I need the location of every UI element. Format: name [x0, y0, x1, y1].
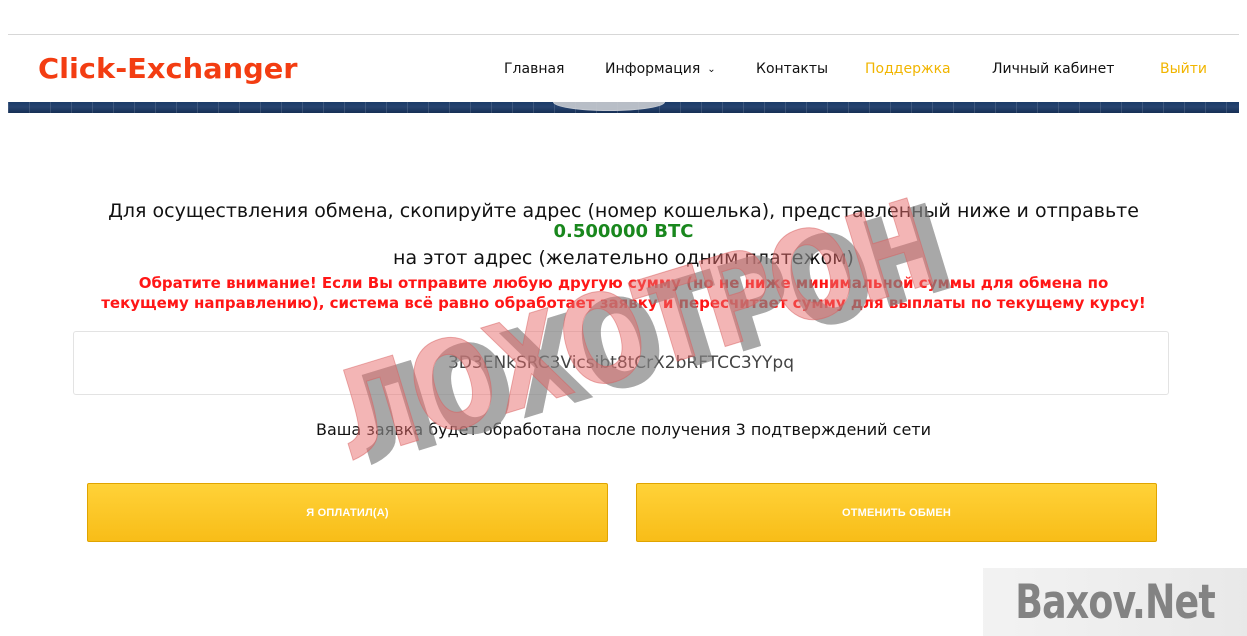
exchange-payment-page: Click-Exchanger Главная Информация ⌄ Конт… [0, 0, 1247, 636]
warning-line-1: Обратите внимание! Если Вы отправите люб… [138, 274, 1109, 292]
watermark-badge: Baxov.Net [983, 568, 1247, 636]
paid-button[interactable]: Я ОПЛАТИЛ(А) [87, 483, 608, 542]
watermark-text: Baxov.Net [1015, 574, 1216, 630]
instruction-line-2: на этот адрес (желательно одним платежом… [393, 247, 854, 269]
cancel-exchange-button[interactable]: ОТМЕНИТЬ ОБМЕН [636, 483, 1157, 542]
wallet-address-field[interactable]: 3D3ENkSRC3Vicsibt8tCrX2bRFTCC3YYpq [73, 331, 1169, 395]
warning-line-2: текущему направлению), система всё равно… [101, 294, 1146, 312]
payment-amount: 0.500000 BTC [553, 221, 694, 242]
instruction-line-1: Для осуществления обмена, скопируйте адр… [108, 200, 1139, 222]
payment-warning: Обратите внимание! Если Вы отправите люб… [48, 273, 1199, 313]
payment-instructions: Для осуществления обмена, скопируйте адр… [0, 0, 1247, 636]
confirmation-note: Ваша заявка будет обработана после получ… [316, 420, 931, 439]
